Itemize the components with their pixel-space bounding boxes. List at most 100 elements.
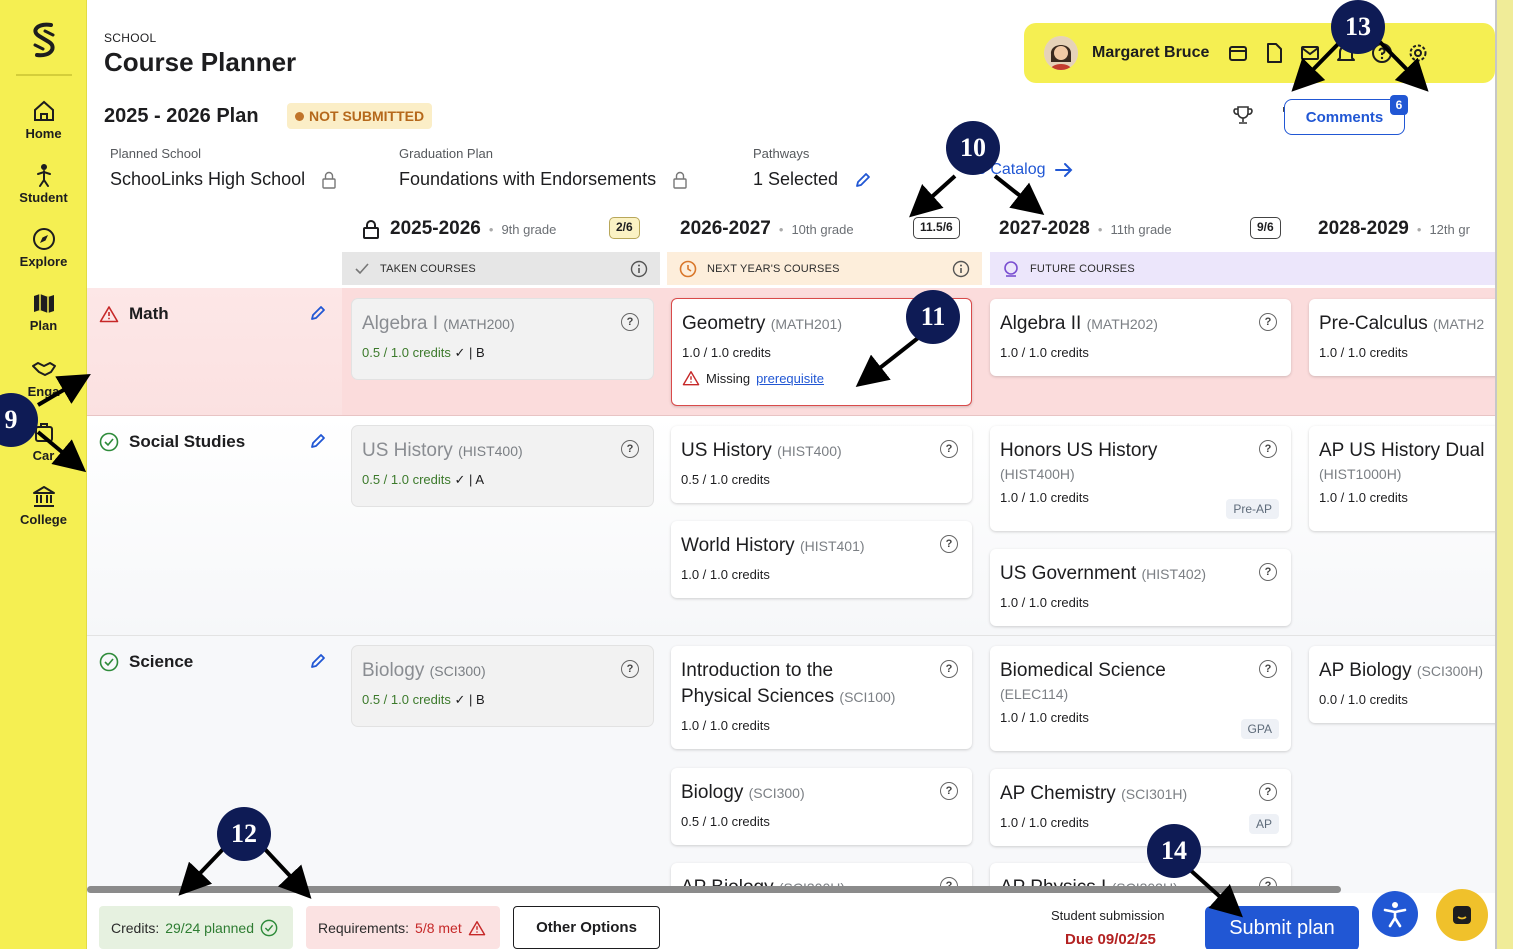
year-header-1: 2025-2026 • 9th grade xyxy=(362,216,556,242)
chat-button[interactable] xyxy=(1436,889,1488,941)
pathways-label: Pathways xyxy=(753,146,810,161)
user-name[interactable]: Margaret Bruce xyxy=(1092,44,1209,62)
help-icon[interactable]: ? xyxy=(1259,660,1277,678)
pencil-icon[interactable] xyxy=(854,171,872,189)
course-code: (HIST1000H) xyxy=(1319,466,1402,482)
callout-marker: 12 xyxy=(217,807,271,861)
help-icon[interactable]: ? xyxy=(1259,313,1277,331)
user-bar: Margaret Bruce xyxy=(1024,23,1495,83)
course-grade: | A xyxy=(469,472,484,487)
chat-icon xyxy=(1453,906,1471,924)
course-card[interactable]: AP Chemistry (SCI301H) 1.0 / 1.0 credits… xyxy=(990,769,1291,846)
help-icon[interactable]: ? xyxy=(621,440,639,458)
sidebar-item-plan[interactable]: Plan xyxy=(0,290,87,333)
help-icon[interactable]: ? xyxy=(940,440,958,458)
help-icon[interactable]: ? xyxy=(1259,440,1277,458)
course-card[interactable]: US Government (HIST402) 1.0 / 1.0 credit… xyxy=(990,549,1291,626)
course-card[interactable]: Algebra II (MATH202) 1.0 / 1.0 credits ? xyxy=(990,299,1291,376)
page-title: Course Planner xyxy=(104,47,297,77)
course-card[interactable]: US History (HIST400) 0.5 / 1.0 credits ? xyxy=(671,426,972,503)
help-icon[interactable]: ? xyxy=(1259,563,1277,581)
course-title: Honors US History xyxy=(1000,440,1158,461)
pencil-icon[interactable] xyxy=(309,304,327,322)
help-icon[interactable]: ? xyxy=(621,313,639,331)
pathways-field: 1 Selected xyxy=(753,169,872,190)
status-badge: NOT SUBMITTED xyxy=(287,103,433,129)
course-title: World History xyxy=(681,535,795,556)
future-courses-header: FUTURE COURSES xyxy=(990,252,1495,285)
course-code: (HIST400H) xyxy=(1000,466,1075,482)
course-credits: 1.0 / 1.0 credits xyxy=(1319,490,1408,505)
course-card[interactable]: World History (HIST401) 1.0 / 1.0 credit… xyxy=(671,521,972,598)
check-icon xyxy=(355,262,369,274)
requirements-summary[interactable]: Requirements: 5/8 met xyxy=(306,906,500,949)
gear-icon[interactable] xyxy=(1407,42,1429,64)
submission-label: Student submission xyxy=(1051,908,1165,923)
course-card[interactable]: Introduction to the Physical Sciences (S… xyxy=(671,646,972,749)
course-card[interactable]: Biomedical Science (ELEC114) 1.0 / 1.0 c… xyxy=(990,646,1291,751)
avatar[interactable] xyxy=(1044,36,1078,70)
planned-school-value: SchooLinks High School xyxy=(110,169,306,189)
accessibility-icon xyxy=(1383,902,1407,928)
course-credits: 1.0 / 1.0 credits xyxy=(1000,710,1089,725)
course-title: Geometry xyxy=(682,313,766,334)
course-card[interactable]: US History (HIST400) 0.5 / 1.0 credits ✓… xyxy=(352,426,653,506)
course-title: AP Biology xyxy=(1319,660,1412,681)
course-tag: AP xyxy=(1248,814,1279,834)
other-options-button[interactable]: Other Options xyxy=(513,906,660,949)
course-card[interactable]: Algebra I (MATH200) 0.5 / 1.0 credits ✓ … xyxy=(352,299,653,379)
course-code: (SCI300) xyxy=(429,663,486,679)
course-code: (ELEC114) xyxy=(1000,686,1069,702)
course-title: Biology xyxy=(681,782,744,803)
course-code: (MATH200) xyxy=(443,316,515,332)
info-icon[interactable] xyxy=(952,260,970,278)
course-credits: 1.0 / 1.0 credits xyxy=(1319,345,1408,360)
pencil-icon[interactable] xyxy=(309,652,327,670)
schoolinks-logo-icon[interactable] xyxy=(28,20,60,60)
help-icon[interactable]: ? xyxy=(940,660,958,678)
status-badge-label: NOT SUBMITTED xyxy=(309,108,425,124)
due-date: Due 09/02/25 xyxy=(1065,931,1156,948)
help-icon[interactable]: ? xyxy=(940,535,958,553)
course-code: (SCI301H) xyxy=(1121,786,1188,802)
course-code: (HIST400) xyxy=(777,443,842,459)
credits-summary[interactable]: Credits: 29/24 planned xyxy=(99,906,293,949)
help-icon[interactable]: ? xyxy=(1259,783,1277,801)
prerequisite-link[interactable]: prerequisite xyxy=(756,371,824,386)
sidebar-item-student[interactable]: Student xyxy=(0,162,87,205)
info-icon[interactable] xyxy=(630,260,648,278)
sidebar-item-college[interactable]: College xyxy=(0,484,87,527)
course-title: Algebra I xyxy=(362,313,439,334)
course-code: (MATH202) xyxy=(1086,316,1158,332)
grade-label: 10th grade xyxy=(791,221,854,237)
accessibility-button[interactable] xyxy=(1372,891,1418,937)
mail-icon[interactable] xyxy=(1299,42,1321,64)
submit-plan-button[interactable]: Submit plan xyxy=(1205,906,1359,949)
course-card[interactable]: Honors US History (HIST400H) 1.0 / 1.0 c… xyxy=(990,426,1291,531)
wallet-icon[interactable] xyxy=(1227,42,1249,64)
help-icon[interactable]: ? xyxy=(621,660,639,678)
help-icon[interactable]: ? xyxy=(940,782,958,800)
pencil-icon[interactable] xyxy=(309,432,327,450)
course-title: Biology xyxy=(362,660,425,681)
horizontal-scrollbar[interactable] xyxy=(87,886,1341,893)
callout-marker: 14 xyxy=(1147,824,1201,878)
document-icon[interactable] xyxy=(1263,42,1285,64)
sidebar-item-label: College xyxy=(20,512,67,527)
warning-icon xyxy=(468,920,486,935)
course-credits: 0.5 / 1.0 credits xyxy=(681,814,770,829)
grade-label: 11th grade xyxy=(1110,221,1172,237)
course-card[interactable]: Biology (SCI300) 0.5 / 1.0 credits ✓ | B… xyxy=(352,646,653,726)
sidebar-item-explore[interactable]: Explore xyxy=(0,226,87,269)
course-card[interactable]: Biology (SCI300) 0.5 / 1.0 credits ? xyxy=(671,768,972,845)
course-card[interactable]: Pre-Calculus (MATH2 1.0 / 1.0 credits xyxy=(1309,299,1495,376)
course-card[interactable]: AP US History Dual (HIST1000H) 1.0 / 1.0… xyxy=(1309,426,1495,531)
trophy-icon[interactable] xyxy=(1232,104,1254,126)
course-credits: 0.5 / 1.0 credits xyxy=(681,472,770,487)
sidebar-item-home[interactable]: Home xyxy=(0,98,87,141)
course-card[interactable]: AP Biology (SCI300H) 0.0 / 1.0 credits xyxy=(1309,646,1495,723)
year-label: 2026-2027 xyxy=(680,218,771,239)
course-title: AP Chemistry xyxy=(1000,783,1116,804)
warning-text: Missing xyxy=(706,370,751,386)
comments-button[interactable]: Comments xyxy=(1284,99,1405,135)
